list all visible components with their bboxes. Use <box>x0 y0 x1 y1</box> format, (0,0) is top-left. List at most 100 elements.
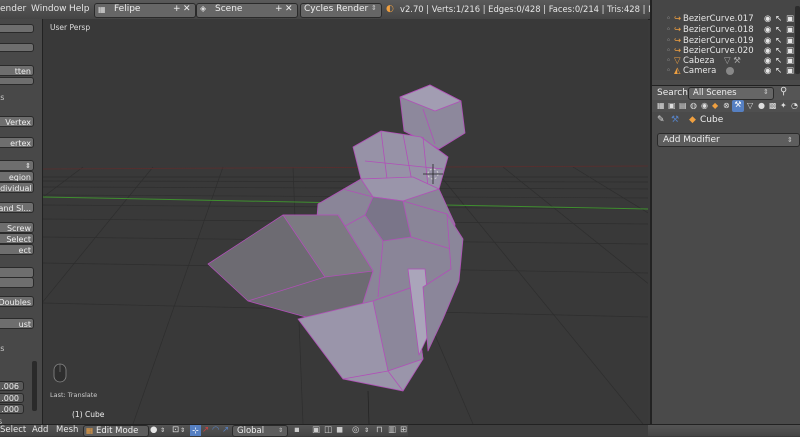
snap-target-icon[interactable]: ▥ <box>388 425 396 436</box>
close-screen-icon[interactable]: ✕ <box>183 4 191 14</box>
vertex-select-icon[interactable]: ▣ <box>312 425 320 436</box>
tool-scrollbar[interactable] <box>32 361 37 411</box>
select-arrow-icon[interactable]: ↖ <box>775 14 782 24</box>
tool-button-ect[interactable]: ect <box>0 244 34 255</box>
layer-icon[interactable]: ▪ <box>294 425 300 436</box>
camera-render-icon[interactable]: ▣ <box>786 56 794 66</box>
search-icon[interactable]: ⚲ <box>780 86 787 97</box>
camera-render-icon[interactable]: ▣ <box>786 14 794 24</box>
snap-element-icon[interactable]: ⊞ <box>400 425 407 436</box>
add-screen-icon[interactable]: + <box>173 4 181 14</box>
outliner-item[interactable]: ◦ ▽ Cabeza ▽ ⚒ ◉ ↖ ▣ <box>652 56 800 66</box>
outliner-item[interactable]: ◦ ◭ Camera ◉ ↖ ▣ <box>652 66 800 76</box>
add-scene-icon[interactable]: + <box>275 4 283 14</box>
screen-layout-name: Felipe <box>114 4 141 14</box>
render-menu[interactable]: ender <box>0 4 26 14</box>
mode-selector[interactable]: ▦ Edit Mode <box>83 425 149 437</box>
window-menu[interactable]: Window <box>31 4 67 14</box>
eye-icon[interactable]: ◉ <box>764 36 771 46</box>
outliner: ◦ ↪ BezierCurve.017 ◉ ↖ ▣ ◦ ↪ BezierCurv… <box>652 0 800 80</box>
tool-button-vertex[interactable]: Vertex <box>0 116 34 127</box>
scene-selector[interactable]: ◈ Scene + ✕ <box>196 3 298 18</box>
camera-render-icon[interactable]: ▣ <box>786 66 794 76</box>
tool-button-flatten[interactable]: tten <box>0 65 34 76</box>
snap-icon[interactable]: ⊓ <box>376 425 383 436</box>
tool-dropdown[interactable]: ⇕ <box>0 160 34 171</box>
select-arrow-icon[interactable]: ↖ <box>775 66 782 76</box>
outliner-scrollbar[interactable] <box>795 6 800 74</box>
camera-tab-icon[interactable]: ▣ <box>668 101 676 110</box>
face-select-icon[interactable]: ◼ <box>336 425 343 436</box>
value-field-x[interactable]: .006 <box>0 381 24 391</box>
eye-icon[interactable]: ◉ <box>764 25 771 35</box>
tool-button-top-2[interactable] <box>0 43 34 52</box>
select-arrow-icon[interactable]: ↖ <box>775 56 782 66</box>
tool-button-adjust[interactable]: ust <box>0 318 34 329</box>
render-layers-tab-icon[interactable]: ▤ <box>679 101 687 110</box>
modifiers-tab-icon[interactable]: ⚒ <box>732 100 744 112</box>
outliner-item[interactable]: ◦ ↪ BezierCurve.017 ◉ ↖ ▣ <box>652 14 800 24</box>
tool-button-select[interactable]: Select <box>0 233 34 244</box>
value-field-y[interactable]: .000 <box>0 393 24 403</box>
cube-mesh[interactable] <box>207 84 466 392</box>
edge-select-icon[interactable]: ◫ <box>324 425 332 436</box>
tool-button-screw[interactable]: Screw <box>0 222 34 233</box>
scene-filter-dropdown[interactable]: All Scenes ⇕ <box>688 87 774 100</box>
tool-button-region[interactable]: egion <box>0 171 34 182</box>
scale-manipulator-icon[interactable]: ↗ <box>222 425 229 436</box>
camera-render-icon[interactable]: ▣ <box>786 46 794 56</box>
manipulator-toggle-icon[interactable]: ⊹ <box>190 425 201 436</box>
add-menu[interactable]: Add <box>32 425 48 436</box>
render-tab-icon[interactable]: ▦ <box>657 101 665 110</box>
3d-viewport[interactable]: User Persp Last: Translate (1) Cube <box>43 19 648 424</box>
proportional-edit-icon[interactable]: ◎ <box>352 425 359 436</box>
close-scene-icon[interactable]: ✕ <box>285 4 293 14</box>
select-arrow-icon[interactable]: ↖ <box>775 25 782 35</box>
scene-tab-icon[interactable]: ◍ <box>690 101 697 110</box>
orientation-selector[interactable]: Global ⇕ <box>232 425 288 437</box>
tool-button-remove-doubles[interactable]: Doubles <box>0 296 34 307</box>
tool-button-blank-2[interactable] <box>0 277 34 288</box>
world-tab-icon[interactable]: ◉ <box>701 101 708 110</box>
render-engine-name: Cycles Render <box>304 4 369 14</box>
outliner-item-label: Camera <box>683 66 717 76</box>
outliner-item[interactable]: ◦ ↪ BezierCurve.020 ◉ ↖ ▣ <box>652 46 800 56</box>
pivot-icon[interactable]: ⊡ <box>172 425 179 436</box>
help-menu[interactable]: Help <box>69 4 90 14</box>
curve-icon: ↪ <box>674 25 682 35</box>
physics-tab-icon[interactable]: ◔ <box>791 101 798 110</box>
translate-manipulator-icon[interactable]: ↗ <box>202 425 209 436</box>
tool-button-top-1[interactable] <box>0 24 34 33</box>
select-arrow-icon[interactable]: ↖ <box>775 36 782 46</box>
eye-icon[interactable]: ◉ <box>764 14 771 24</box>
screen-layout-selector[interactable]: ▦ Felipe + ✕ <box>94 3 196 18</box>
eye-icon[interactable]: ◉ <box>764 66 771 76</box>
tool-button-top-4[interactable] <box>0 77 34 85</box>
object-tab-icon[interactable]: ◆ <box>712 101 718 110</box>
render-engine-selector[interactable]: Cycles Render ⇕ <box>300 3 382 18</box>
camera-render-icon[interactable]: ▣ <box>786 25 794 35</box>
eye-icon[interactable]: ◉ <box>764 56 771 66</box>
shading-sphere-icon[interactable]: ● <box>150 425 157 436</box>
mesh-menu[interactable]: Mesh <box>56 425 78 436</box>
select-menu[interactable]: Select <box>0 425 26 436</box>
particles-tab-icon[interactable]: ✦ <box>780 101 787 110</box>
outliner-item[interactable]: ◦ ↪ BezierCurve.019 ◉ ↖ ▣ <box>652 36 800 46</box>
value-field-z[interactable]: .000 <box>0 404 24 414</box>
tool-button-slide[interactable]: and Sl... <box>0 202 34 213</box>
tree-dot-icon: ◦ <box>666 66 672 76</box>
texture-tab-icon[interactable]: ▩ <box>769 101 777 110</box>
select-arrow-icon[interactable]: ↖ <box>775 46 782 56</box>
tool-button-vertex-2[interactable]: ertex <box>0 137 34 148</box>
chevron-updown-icon: ⇕ <box>787 136 793 144</box>
data-tab-icon[interactable]: ▽ <box>747 101 753 110</box>
tool-button-individual[interactable]: ndividual <box>0 182 34 193</box>
outliner-item[interactable]: ◦ ↪ BezierCurve.018 ◉ ↖ ▣ <box>652 25 800 35</box>
rotate-manipulator-icon[interactable]: ◠ <box>212 425 219 436</box>
constraints-tab-icon[interactable]: ⊗ <box>723 101 730 110</box>
camera-render-icon[interactable]: ▣ <box>786 36 794 46</box>
eye-icon[interactable]: ◉ <box>764 46 771 56</box>
pin-icon[interactable]: ✎ <box>657 115 665 125</box>
add-modifier-dropdown[interactable]: Add Modifier ⇕ <box>657 133 800 147</box>
material-tab-icon[interactable]: ● <box>758 101 765 110</box>
